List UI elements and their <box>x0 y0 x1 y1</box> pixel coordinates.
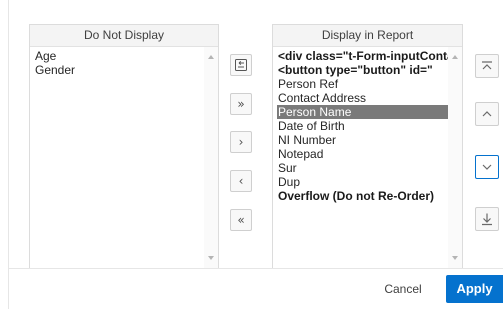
apply-button[interactable]: Apply <box>446 275 503 303</box>
move-up-button[interactable] <box>475 102 499 126</box>
right-scrollbar[interactable] <box>448 47 462 268</box>
remove-button[interactable]: ‹ <box>230 170 252 192</box>
chevron-up-icon <box>482 111 492 117</box>
do-not-display-panel: Do Not Display Age Gender <box>29 24 219 269</box>
move-top-button[interactable] <box>475 54 499 78</box>
list-item[interactable]: <div class="t-Form-inputContainer <box>273 49 448 63</box>
do-not-display-list[interactable]: Age Gender <box>30 47 204 268</box>
scroll-down-icon[interactable] <box>208 256 214 260</box>
chevron-left-icon: ‹ <box>238 174 244 188</box>
list-item[interactable]: Gender <box>30 63 204 77</box>
display-in-report-panel: Display in Report <div class="t-Form-inp… <box>272 24 463 269</box>
cancel-button[interactable]: Cancel <box>378 276 428 302</box>
scroll-up-icon[interactable] <box>208 55 214 59</box>
double-chevron-right-icon: » <box>237 97 245 111</box>
list-item[interactable]: Dup <box>273 175 448 189</box>
move-bottom-icon <box>482 213 492 226</box>
list-item[interactable]: Age <box>30 49 204 63</box>
move-bottom-button[interactable] <box>475 207 499 231</box>
move-top-icon <box>482 61 492 70</box>
chevron-down-icon <box>482 164 492 170</box>
reset-button[interactable] <box>230 54 252 76</box>
footer-divider <box>9 268 503 269</box>
move-down-button[interactable] <box>475 155 499 179</box>
list-item[interactable]: Date of Birth <box>273 119 448 133</box>
display-in-report-list[interactable]: <div class="t-Form-inputContainer<button… <box>273 47 448 268</box>
list-item[interactable]: Overflow (Do not Re-Order) <box>273 189 448 203</box>
list-item[interactable]: Contact Address <box>273 91 448 105</box>
list-item[interactable]: <button type="button" id=" <box>273 63 448 77</box>
left-divider <box>8 0 9 309</box>
move-all-button[interactable]: » <box>230 93 252 115</box>
list-item-selected[interactable]: Person Name <box>277 105 448 119</box>
move-button[interactable]: › <box>230 131 252 153</box>
display-in-report-title: Display in Report <box>273 25 462 47</box>
scroll-up-icon[interactable] <box>452 55 458 59</box>
scroll-down-icon[interactable] <box>452 256 458 260</box>
list-item[interactable]: Notepad <box>273 147 448 161</box>
list-item[interactable]: NI Number <box>273 133 448 147</box>
do-not-display-title: Do Not Display <box>30 25 218 47</box>
left-scrollbar[interactable] <box>204 47 218 268</box>
list-item[interactable]: Sur <box>273 161 448 175</box>
remove-all-button[interactable]: « <box>230 209 252 231</box>
reset-icon <box>235 59 247 71</box>
list-item[interactable]: Person Ref <box>273 77 448 91</box>
chevron-right-icon: › <box>238 135 244 149</box>
double-chevron-left-icon: « <box>237 213 245 227</box>
